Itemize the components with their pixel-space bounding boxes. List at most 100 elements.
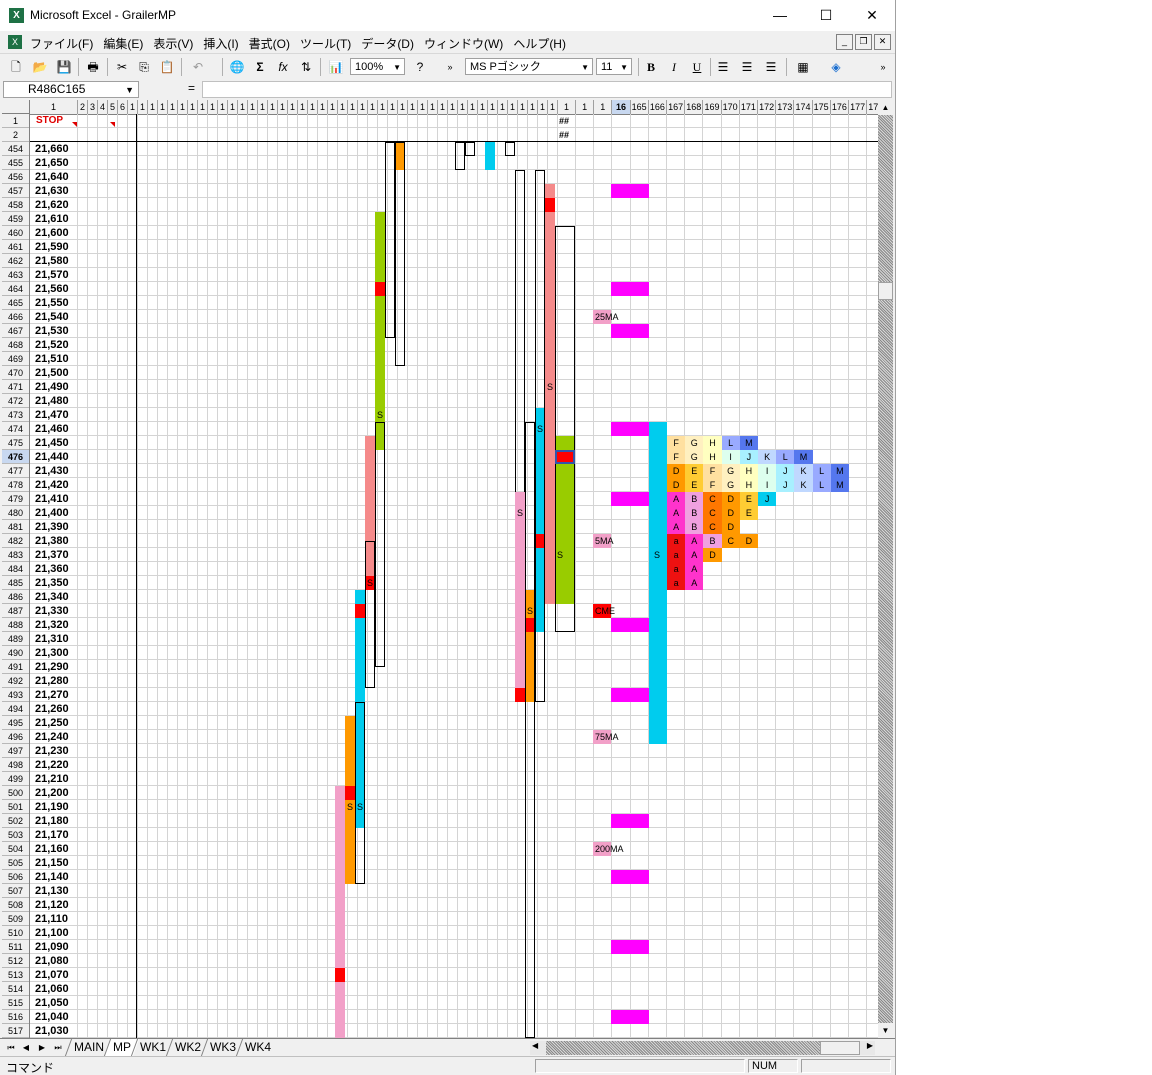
- candle-outline[interactable]: [525, 422, 535, 1038]
- column-header[interactable]: 1: [298, 100, 308, 114]
- select-all-corner[interactable]: [2, 100, 30, 114]
- mdi-restore-button[interactable]: ❐: [855, 34, 872, 50]
- price-cell[interactable]: 21,600: [35, 226, 75, 240]
- tpo-letter[interactable]: E: [739, 492, 758, 506]
- column-header[interactable]: 1: [30, 100, 78, 114]
- price-cell[interactable]: 21,500: [35, 366, 75, 380]
- tpo-letter[interactable]: M: [830, 478, 849, 492]
- tpo-letter[interactable]: C: [703, 506, 722, 520]
- formula-equals[interactable]: =: [188, 81, 195, 95]
- formula-input[interactable]: [202, 81, 892, 98]
- column-header[interactable]: 1: [168, 100, 178, 114]
- magenta-level[interactable]: [611, 184, 649, 198]
- price-cell[interactable]: 21,140: [35, 870, 75, 884]
- row-header[interactable]: 475: [2, 436, 29, 450]
- row-header[interactable]: 508: [2, 898, 29, 912]
- row-header[interactable]: 479: [2, 492, 29, 506]
- price-cell[interactable]: 21,380: [35, 534, 75, 548]
- price-cell[interactable]: 21,170: [35, 828, 75, 842]
- tpo-letter[interactable]: F: [667, 450, 686, 464]
- candle-outline[interactable]: [555, 226, 575, 632]
- column-header[interactable]: 174: [794, 100, 813, 114]
- tpo-letter[interactable]: C: [721, 534, 740, 548]
- paste-icon[interactable]: 📋: [157, 58, 177, 76]
- row-header[interactable]: 484: [2, 562, 29, 576]
- price-cell[interactable]: 21,660: [35, 142, 75, 156]
- row-header[interactable]: 498: [2, 758, 29, 772]
- column-header[interactable]: 1: [228, 100, 238, 114]
- price-cell[interactable]: 21,530: [35, 324, 75, 338]
- row-header[interactable]: 495: [2, 716, 29, 730]
- magenta-level[interactable]: [611, 618, 649, 632]
- mdi-minimize-button[interactable]: _: [836, 34, 853, 50]
- column-header[interactable]: 169: [703, 100, 722, 114]
- price-cell[interactable]: 21,440: [35, 450, 75, 464]
- column-header[interactable]: 1: [438, 100, 448, 114]
- tpo-block[interactable]: [355, 604, 365, 618]
- column-header[interactable]: 1: [498, 100, 508, 114]
- row-header[interactable]: 481: [2, 520, 29, 534]
- tpo-letter[interactable]: M: [830, 464, 849, 478]
- row-header[interactable]: 516: [2, 1010, 29, 1024]
- horizontal-scrollbar[interactable]: ◀ ▶: [530, 1041, 875, 1055]
- vertical-scrollbar[interactable]: ▲ ▼: [878, 100, 893, 1038]
- row-header[interactable]: 470: [2, 366, 29, 380]
- column-header[interactable]: 1: [508, 100, 518, 114]
- tpo-letter[interactable]: D: [721, 492, 740, 506]
- row-header[interactable]: 500: [2, 786, 29, 800]
- save-icon[interactable]: 💾: [54, 58, 74, 76]
- sheet-tab-wk4[interactable]: WK4: [235, 1039, 280, 1056]
- scroll-left-icon[interactable]: ◀: [532, 1041, 538, 1050]
- price-cell[interactable]: 21,120: [35, 898, 75, 912]
- next-sheet-icon[interactable]: ▶: [36, 1041, 48, 1054]
- menu-item-3[interactable]: 挿入(I): [203, 35, 238, 52]
- new-icon[interactable]: 🗋: [6, 58, 26, 76]
- magenta-level[interactable]: [611, 422, 649, 436]
- column-header[interactable]: 178: [867, 100, 878, 114]
- candle-outline[interactable]: [455, 142, 465, 170]
- magenta-level[interactable]: [611, 870, 649, 884]
- tpo-letter[interactable]: I: [758, 464, 777, 478]
- tpo-letter[interactable]: D: [721, 520, 740, 534]
- tpo-letter[interactable]: L: [812, 478, 831, 492]
- value-area-bar[interactable]: [649, 422, 667, 744]
- row-header[interactable]: 512: [2, 954, 29, 968]
- candle-outline[interactable]: [395, 142, 405, 366]
- tpo-letter[interactable]: B: [703, 534, 722, 548]
- chart-wizard-icon[interactable]: 📊: [326, 58, 346, 76]
- active-cell-cursor[interactable]: [555, 450, 575, 464]
- tpo-letter[interactable]: a: [667, 534, 686, 548]
- row-header[interactable]: 472: [2, 394, 29, 408]
- column-headers[interactable]: 1234561111111111111111111111111111111111…: [30, 100, 878, 115]
- borders-icon[interactable]: ▦: [793, 58, 813, 76]
- magenta-level[interactable]: [611, 492, 649, 506]
- price-cell[interactable]: 21,180: [35, 814, 75, 828]
- row-header[interactable]: 513: [2, 968, 29, 982]
- mdi-close-button[interactable]: ✕: [874, 34, 891, 50]
- row-header[interactable]: 474: [2, 422, 29, 436]
- tpo-letter[interactable]: E: [685, 464, 704, 478]
- toolbar-more-icon[interactable]: »: [876, 58, 890, 76]
- tpo-letter[interactable]: a: [667, 562, 686, 576]
- tpo-letter[interactable]: A: [685, 576, 704, 590]
- tpo-block[interactable]: [335, 786, 345, 1038]
- tpo-letter[interactable]: L: [721, 436, 740, 450]
- price-cell[interactable]: 21,550: [35, 296, 75, 310]
- align-center-icon[interactable]: ☰: [737, 58, 757, 76]
- tpo-letter[interactable]: J: [776, 464, 795, 478]
- price-cell[interactable]: 21,360: [35, 562, 75, 576]
- column-header[interactable]: 167: [667, 100, 686, 114]
- price-cell[interactable]: 21,540: [35, 310, 75, 324]
- menu-item-6[interactable]: データ(D): [361, 35, 414, 52]
- price-cell[interactable]: 21,230: [35, 744, 75, 758]
- tpo-letter[interactable]: C: [703, 492, 722, 506]
- cut-icon[interactable]: ✂: [112, 58, 132, 76]
- tpo-letter[interactable]: H: [703, 450, 722, 464]
- tpo-letter[interactable]: K: [758, 450, 777, 464]
- menu-item-7[interactable]: ウィンドウ(W): [424, 35, 503, 52]
- price-cell[interactable]: 21,510: [35, 352, 75, 366]
- maximize-button[interactable]: ☐: [803, 0, 849, 31]
- row-header[interactable]: 506: [2, 870, 29, 884]
- price-cell[interactable]: 21,620: [35, 198, 75, 212]
- row-header[interactable]: 455: [2, 156, 29, 170]
